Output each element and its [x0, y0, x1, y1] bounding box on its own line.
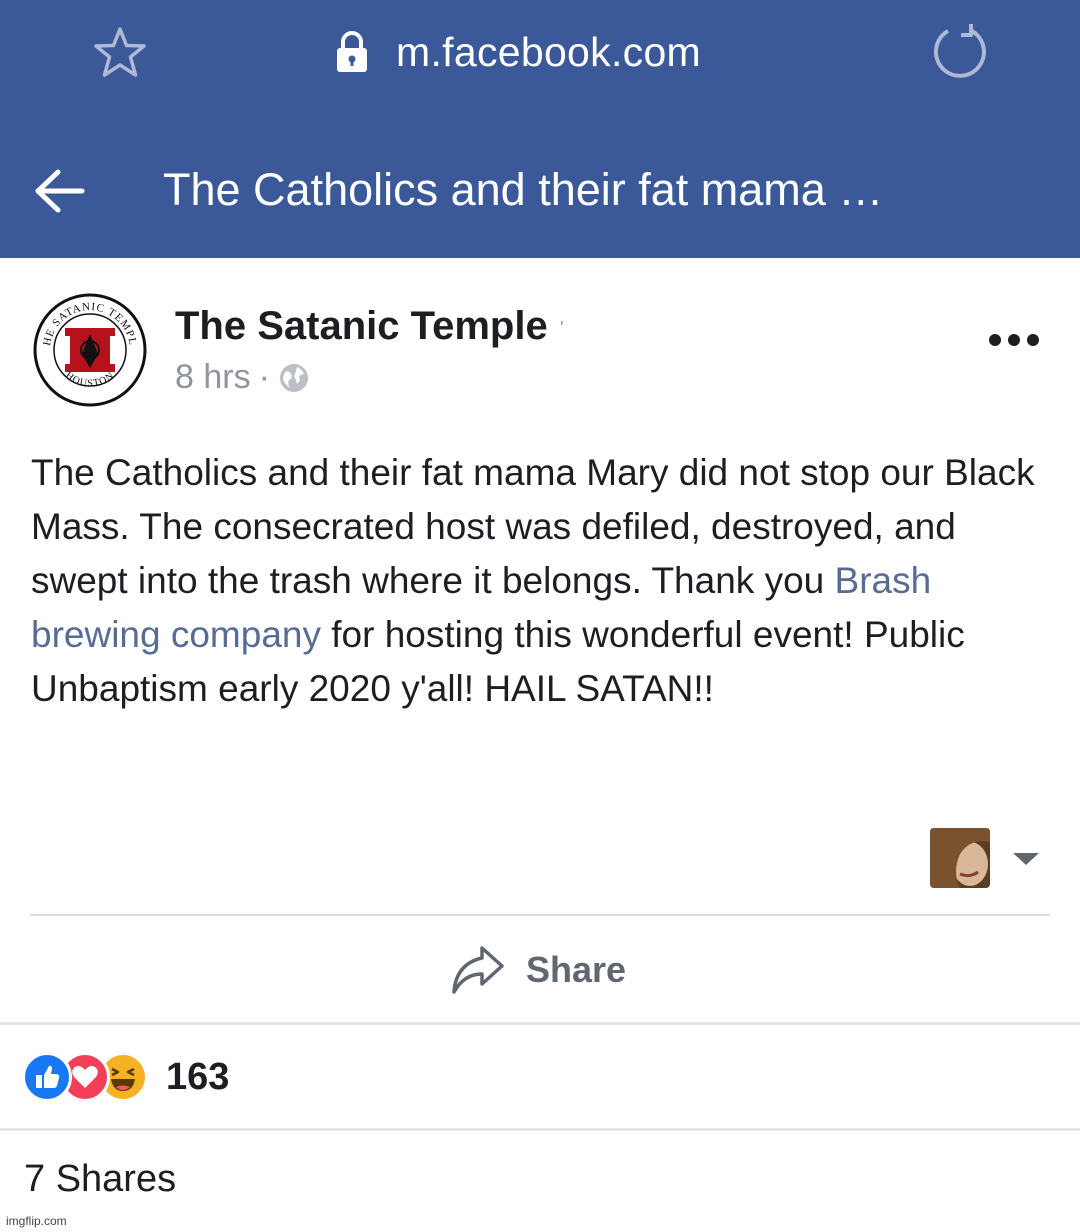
share-arrow-icon — [452, 946, 504, 994]
meta-separator: · — [258, 358, 270, 396]
address-bar[interactable]: m.facebook.com — [334, 24, 701, 80]
reload-icon[interactable] — [930, 22, 990, 82]
page-avatar[interactable]: THE SATANIC TEMPLE HOUSTON — [32, 292, 148, 408]
globe-icon — [279, 363, 308, 392]
separator — [0, 1128, 1080, 1131]
share-button[interactable]: Share — [450, 940, 626, 1000]
author-name[interactable]: The Satanic Temple — [175, 304, 548, 349]
top-bar: m.facebook.com The Catholics and their f… — [0, 0, 1080, 258]
author-mark: ' — [560, 318, 564, 338]
url-text: m.facebook.com — [396, 28, 701, 75]
star-icon[interactable] — [92, 25, 148, 81]
more-dots-icon[interactable] — [988, 330, 1040, 350]
post-timestamp[interactable]: 8 hrs — [175, 358, 251, 397]
page-title: The Catholics and their fat mama … — [163, 164, 884, 215]
reaction-count: 163 — [166, 1055, 230, 1098]
separator — [0, 1022, 1080, 1025]
share-label: Share — [526, 949, 627, 990]
arrow-left-icon[interactable] — [34, 168, 86, 214]
shares-count[interactable]: 7 Shares — [24, 1158, 176, 1201]
caret-down-icon[interactable] — [1010, 850, 1042, 868]
reactions-summary[interactable]: 163 — [22, 1050, 229, 1104]
lock-icon — [337, 31, 367, 72]
post-meta: 8 hrs · — [175, 358, 310, 397]
watermark: imgflip.com — [6, 1214, 67, 1228]
viewer-avatar[interactable] — [930, 828, 990, 888]
like-reaction-icon — [22, 1052, 72, 1102]
divider — [30, 914, 1050, 916]
post-text: The Catholics and their fat mama Mary di… — [31, 446, 1051, 716]
